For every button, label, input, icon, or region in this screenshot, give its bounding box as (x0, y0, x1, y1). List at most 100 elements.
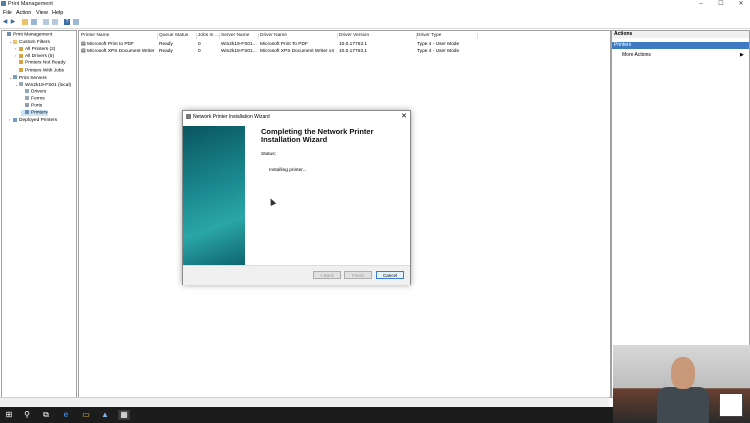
back-arrow-icon[interactable]: ◀ (2, 19, 8, 25)
tree-item-label: Print Servers (19, 75, 47, 81)
forward-arrow-icon[interactable]: ▶ (10, 19, 16, 25)
tree-node-icon (13, 39, 17, 44)
tree-node-icon (19, 67, 23, 72)
cell-driver: Microsoft Print To PDF (260, 42, 308, 47)
export-list-icon[interactable] (52, 19, 58, 25)
menu-help[interactable]: Help (52, 10, 63, 16)
tree-item[interactable]: › Deployed Printers (9, 117, 57, 123)
task-view-icon[interactable]: ⧉ (40, 410, 52, 420)
more-actions-link[interactable]: More Actions (622, 52, 651, 58)
cell-jobs: 0 (198, 49, 201, 54)
minimize-button[interactable]: – (694, 0, 708, 9)
cell-server: Win2k19-FS01... (221, 49, 257, 54)
column-header[interactable]: Driver Name (260, 33, 338, 39)
back-button[interactable]: < Back (313, 271, 341, 279)
tree-item-label: Printers Not Ready (25, 60, 66, 66)
column-header[interactable]: Jobs In ... (198, 33, 220, 39)
file-explorer-icon[interactable]: ▭ (80, 410, 92, 420)
tree-item[interactable]: Printers (21, 110, 48, 117)
tree-item[interactable]: ⌄ Win2k19-FS01 (local) (15, 82, 71, 88)
cell-queue-status: Ready (159, 42, 173, 47)
cell-type: Type 4 - User Mode (417, 42, 460, 47)
cell-driver: Microsoft XPS Document Writer v4 (260, 49, 335, 54)
cell-version: 10.0.17763.1 (339, 49, 368, 54)
tree-item[interactable]: Print Management (3, 32, 52, 38)
console-tree-icon[interactable] (31, 19, 37, 25)
wizard-footer: < Back Finish Cancel (183, 265, 410, 285)
tree-node-icon (25, 88, 29, 93)
tree-item[interactable]: Ports (21, 103, 42, 109)
refresh-icon[interactable] (43, 19, 49, 25)
column-header[interactable]: Printer Name (81, 33, 158, 39)
wizard-dialog: Network Printer Installation Wizard ✕ Co… (182, 110, 411, 285)
actions-section-printers[interactable]: Printers (612, 42, 749, 49)
cell-printer-name: Microsoft XPS Document Writer (87, 49, 155, 54)
close-icon[interactable]: ✕ (401, 112, 407, 120)
tree-item-label: All Drivers (5) (25, 54, 55, 60)
tree-item-label: Print Management (13, 32, 53, 38)
webcam-overlay (613, 345, 750, 423)
menu-file[interactable]: File (3, 10, 12, 16)
edge-icon[interactable]: e (60, 410, 72, 420)
cell-version: 10.0.17763.1 (339, 42, 368, 47)
actions-header: Actions (612, 31, 749, 38)
wizard-side-banner (183, 126, 245, 265)
tree-item[interactable]: Drivers (21, 88, 47, 95)
search-icon[interactable]: ⚲ (21, 410, 33, 420)
start-icon[interactable]: ⊞ (3, 410, 15, 420)
tree-node-icon (19, 54, 23, 59)
progress-text: Installing printer... (269, 168, 307, 173)
menu-action[interactable]: Action (16, 10, 31, 16)
tree-item-label: Ports (31, 103, 43, 109)
column-header[interactable]: Driver Type (417, 33, 478, 39)
cancel-button[interactable]: Cancel (376, 271, 404, 279)
window-title: Print Management (8, 1, 53, 7)
column-header[interactable]: Driver Version (339, 33, 417, 39)
cell-printer-name: Microsoft Print to PDF (87, 42, 134, 47)
title-bar: Print Management – ☐ ✕ (0, 0, 750, 9)
tree-item[interactable]: Forms (21, 95, 45, 102)
toolbar: ◀ ▶ ? (0, 17, 750, 29)
tree-item[interactable]: › All Printers (2) (15, 46, 55, 52)
cell-queue-status: Ready (159, 49, 173, 54)
tree-item[interactable]: › All Drivers (5) (15, 53, 54, 59)
chevron-right-icon: ▶ (740, 52, 744, 58)
tree-node-icon (25, 95, 29, 100)
tree-item[interactable]: Printers With Jobs (15, 67, 64, 74)
show-pane-icon[interactable] (73, 19, 79, 25)
help-icon[interactable]: ? (64, 19, 70, 25)
channel-logo (719, 393, 743, 417)
menu-bar: File Action View Help (0, 9, 750, 17)
printer-icon: ▤ (81, 49, 86, 54)
tree-item-label: Deployed Printers (19, 118, 58, 124)
wizard-heading: Completing the Network Printer Installat… (261, 127, 374, 144)
tree-item-label: Win2k19-FS01 (local) (25, 82, 72, 88)
tree-item[interactable]: ⌄ Custom Filters (9, 39, 50, 45)
server-manager-icon[interactable]: ▲ (99, 410, 111, 420)
tree-node-icon (13, 117, 17, 122)
menu-view[interactable]: View (36, 10, 48, 16)
wizard-printer-icon (186, 114, 191, 119)
status-bar (0, 397, 609, 407)
print-management-icon[interactable]: ▦ (118, 410, 130, 420)
tree-node-icon (25, 110, 29, 115)
status-label: Status: (261, 152, 276, 157)
presenter-body (657, 387, 709, 423)
tree-node-icon (19, 82, 23, 87)
folder-icon[interactable] (22, 19, 28, 25)
close-button[interactable]: ✕ (734, 0, 748, 9)
column-header[interactable]: Server Name (221, 33, 259, 39)
printer-icon: ▤ (81, 42, 86, 47)
tree-item-label: Drivers (31, 89, 47, 95)
tree-node-icon (19, 46, 23, 51)
finish-button[interactable]: Finish (344, 271, 372, 279)
tree-node-icon (25, 103, 29, 107)
column-header[interactable]: Queue Status (159, 33, 197, 39)
tree-item[interactable]: ⌄ Print Servers (9, 75, 47, 81)
maximize-button[interactable]: ☐ (714, 0, 728, 9)
console-tree: Print Management ⌄ Custom Filters › All Prin… (1, 30, 77, 398)
presenter-face (671, 357, 695, 389)
tree-item-label: Forms (31, 96, 45, 102)
tree-item[interactable]: Printers Not Ready (15, 60, 66, 66)
actions-pane: Actions Printers More Actions ▶ (611, 30, 750, 398)
